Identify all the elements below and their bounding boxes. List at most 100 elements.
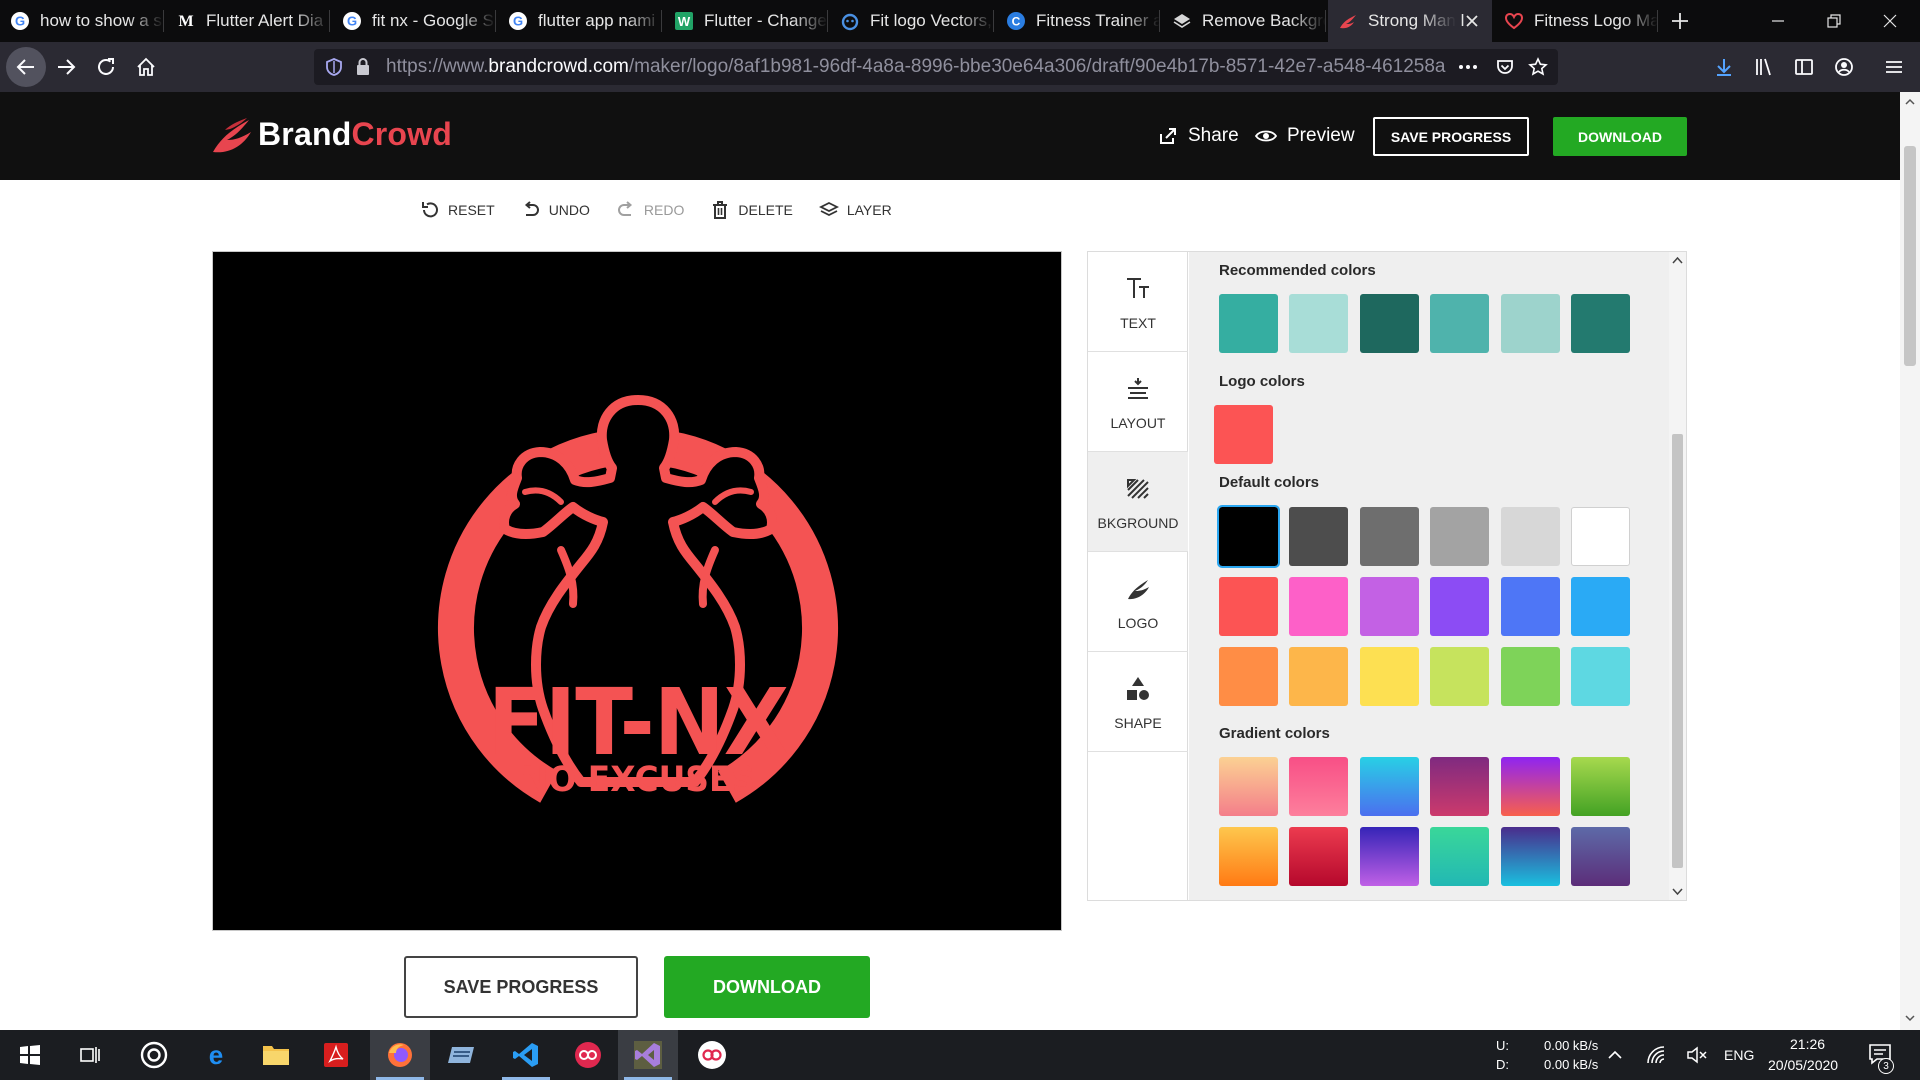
browser-tab[interactable]: Fit logo Vectors, (830, 0, 994, 42)
taskbar-app[interactable] (306, 1030, 366, 1080)
scroll-up-icon[interactable] (1672, 256, 1683, 266)
layer-button[interactable]: LAYER (818, 200, 892, 220)
lock-icon[interactable] (354, 57, 372, 77)
default-color-swatch[interactable] (1289, 577, 1349, 636)
taskbar-app[interactable] (558, 1030, 618, 1080)
reload-button[interactable] (86, 47, 126, 87)
default-color-swatch[interactable] (1289, 647, 1349, 706)
panel-scrollbar[interactable] (1669, 252, 1686, 900)
browser-tab[interactable]: G flutter app nami (498, 0, 662, 42)
forward-button[interactable] (46, 47, 86, 87)
close-tab-icon[interactable] (1462, 11, 1482, 31)
default-color-swatch[interactable] (1430, 647, 1490, 706)
default-color-swatch[interactable] (1289, 507, 1349, 566)
default-color-swatch[interactable] (1359, 577, 1419, 636)
default-color-swatch[interactable] (1359, 507, 1419, 566)
gradient-color-swatch[interactable] (1289, 827, 1349, 886)
preview-button[interactable]: Preview (1255, 116, 1355, 156)
scroll-up-icon[interactable] (1905, 98, 1915, 106)
taskbar-app-vscode[interactable] (496, 1030, 556, 1080)
downloads-icon[interactable] (1704, 47, 1744, 87)
new-tab-button[interactable] (1652, 0, 1708, 42)
browser-tab[interactable]: W Flutter - Change (664, 0, 828, 42)
restore-window-button[interactable] (1806, 0, 1862, 42)
page-scrollbar[interactable] (1900, 92, 1920, 1030)
back-button[interactable] (6, 47, 46, 87)
recommended-color-swatch[interactable] (1500, 294, 1560, 353)
gradient-color-swatch[interactable] (1219, 827, 1278, 886)
gradient-color-swatch[interactable] (1571, 827, 1630, 886)
taskbar-app[interactable] (124, 1030, 184, 1080)
panel-scrollbar-thumb[interactable] (1672, 434, 1683, 868)
save-progress-button-bottom[interactable]: SAVE PROGRESS (404, 956, 638, 1018)
tab-background[interactable]: BKGROUND (1088, 452, 1188, 552)
pocket-icon[interactable] (1495, 57, 1515, 77)
show-hidden-icons-icon[interactable] (1606, 1046, 1624, 1064)
browser-tab-active[interactable]: Strong Man l (1328, 0, 1492, 42)
default-color-swatch[interactable] (1217, 505, 1280, 568)
browser-tab[interactable]: Fitness Logo Ma (1494, 0, 1658, 42)
home-button[interactable] (126, 47, 166, 87)
brand-logo-text[interactable]: BrandCrowd (258, 116, 452, 153)
address-bar[interactable]: https://www.brandcrowd.com/maker/logo/8a… (314, 49, 1558, 85)
taskbar-app[interactable] (432, 1030, 492, 1080)
download-button[interactable]: DOWNLOAD (1553, 117, 1687, 156)
default-color-swatch[interactable] (1219, 647, 1278, 706)
page-actions-icon[interactable] (1457, 57, 1479, 77)
default-color-swatch[interactable] (1571, 577, 1630, 636)
bookmark-star-icon[interactable] (1528, 57, 1548, 77)
scroll-down-icon[interactable] (1672, 886, 1683, 896)
undo-button[interactable]: UNDO (521, 200, 590, 220)
default-color-swatch[interactable] (1430, 577, 1490, 636)
clock-date[interactable]: 20/05/2020 (1768, 1057, 1838, 1073)
logo-tagline-text[interactable]: NO EXCUSES (239, 760, 1038, 800)
gradient-color-swatch[interactable] (1359, 827, 1419, 886)
scroll-down-icon[interactable] (1905, 1014, 1915, 1022)
default-color-swatch[interactable] (1219, 577, 1278, 636)
minimize-window-button[interactable] (1750, 0, 1806, 42)
logo-canvas[interactable]: FIT-NX NO EXCUSES (212, 251, 1062, 931)
tracking-protection-icon[interactable] (324, 57, 344, 77)
browser-tab[interactable]: M Flutter Alert Dia (166, 0, 330, 42)
recommended-color-swatch[interactable] (1359, 294, 1419, 353)
browser-tab[interactable]: G fit nx - Google S (332, 0, 496, 42)
close-window-button[interactable] (1862, 0, 1918, 42)
share-button[interactable]: Share (1158, 116, 1239, 156)
tab-layout[interactable]: LAYOUT (1088, 352, 1188, 452)
account-icon[interactable] (1824, 47, 1864, 87)
save-progress-button[interactable]: SAVE PROGRESS (1373, 117, 1529, 156)
brandcrowd-logo-icon[interactable] (211, 116, 255, 156)
download-button-bottom[interactable]: DOWNLOAD (664, 956, 870, 1018)
browser-tab[interactable]: Remove Backgro (1162, 0, 1326, 42)
gradient-color-swatch[interactable] (1430, 827, 1490, 886)
gradient-color-swatch[interactable] (1571, 757, 1630, 816)
gradient-color-swatch[interactable] (1219, 757, 1278, 816)
language-indicator[interactable]: ENG (1724, 1047, 1754, 1063)
wifi-icon[interactable] (1645, 1044, 1667, 1066)
volume-muted-icon[interactable] (1686, 1045, 1708, 1065)
default-color-swatch[interactable] (1571, 507, 1630, 566)
gradient-color-swatch[interactable] (1359, 757, 1419, 816)
default-color-swatch[interactable] (1500, 577, 1560, 636)
tab-text[interactable]: TEXT (1088, 252, 1188, 352)
gradient-color-swatch[interactable] (1500, 827, 1560, 886)
tab-shape[interactable]: SHAPE (1088, 652, 1188, 752)
taskbar-app[interactable]: e (186, 1030, 246, 1080)
default-color-swatch[interactable] (1500, 647, 1560, 706)
default-color-swatch[interactable] (1571, 647, 1630, 706)
default-color-swatch[interactable] (1500, 507, 1560, 566)
logo-color-swatch[interactable] (1214, 405, 1273, 464)
menu-icon[interactable] (1874, 47, 1914, 87)
task-view-button[interactable] (60, 1030, 120, 1080)
taskbar-app[interactable] (682, 1030, 742, 1080)
start-button[interactable] (0, 1030, 60, 1080)
tab-logo[interactable]: LOGO (1088, 552, 1188, 652)
redo-button[interactable]: REDO (616, 200, 684, 220)
default-color-swatch[interactable] (1359, 647, 1419, 706)
browser-tab[interactable]: G how to show a s (0, 0, 164, 42)
delete-button[interactable]: DELETE (710, 200, 793, 220)
browser-tab[interactable]: C Fitness Trainer a (996, 0, 1160, 42)
taskbar-app-visual-studio[interactable] (618, 1030, 678, 1080)
recommended-color-swatch[interactable] (1430, 294, 1490, 353)
page-scrollbar-thumb[interactable] (1904, 146, 1916, 366)
